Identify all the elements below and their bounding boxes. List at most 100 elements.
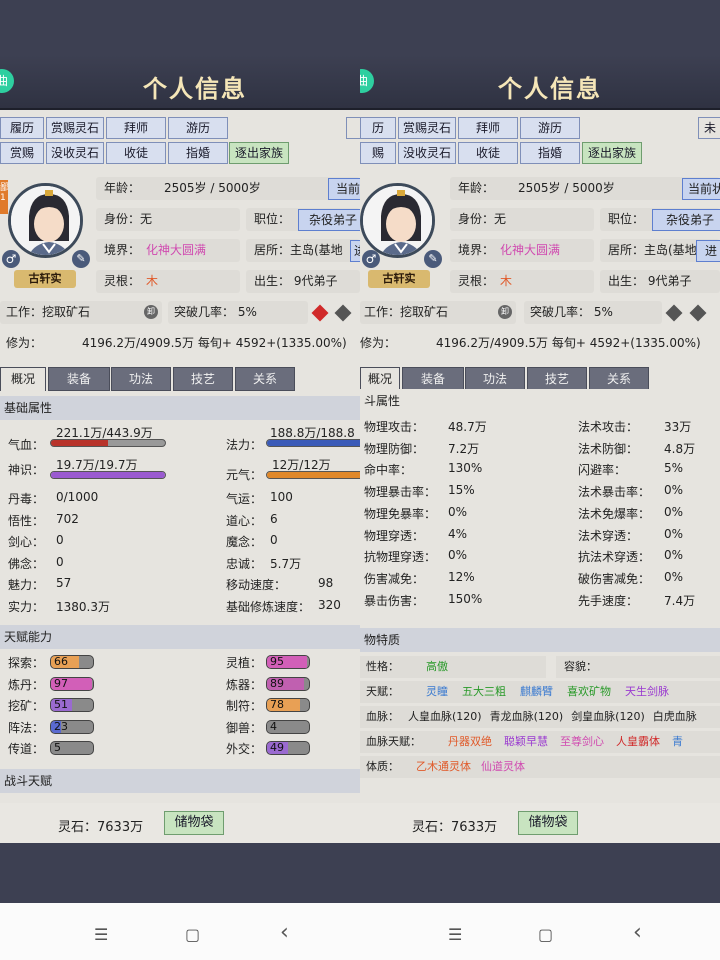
trait-chip[interactable]: 丹器双绝 <box>448 735 492 748</box>
trait-chip[interactable]: 白虎血脉 <box>653 710 697 723</box>
enter-residence-button[interactable]: 进 <box>350 240 360 262</box>
trait-chip[interactable]: 青龙血脉(120) <box>490 710 564 723</box>
attribute-value: 100 <box>270 490 293 504</box>
tab-bar: 概况 装备 功法 技艺 关系 <box>0 367 360 391</box>
work-icon[interactable]: 卸 <box>144 305 158 319</box>
info-diamond-icon[interactable] <box>665 304 683 322</box>
trait-chip[interactable]: 乙木通灵体 <box>416 760 471 773</box>
home-icon[interactable]: ▢ <box>538 925 553 944</box>
spirit-stones: 灵石：7633万 <box>58 820 144 835</box>
play-icon[interactable] <box>334 304 352 322</box>
combat-stat-label: 物理穿透： <box>364 528 425 543</box>
take-master-button[interactable]: 拜师 <box>458 117 518 139</box>
edit-name-icon[interactable]: ✎ <box>72 250 90 268</box>
back-icon[interactable]: ‹ <box>633 920 642 945</box>
title-bar: 曲 个人信息 <box>360 55 720 110</box>
history-button[interactable]: 履历 <box>0 117 44 139</box>
reward-stones-button[interactable]: 赏赐灵石 <box>46 117 104 139</box>
talent-bar: 23 <box>50 719 94 734</box>
travel-button[interactable]: 游历 <box>168 117 228 139</box>
storage-bag-button[interactable]: 储物袋 <box>164 811 224 835</box>
trait-chip[interactable]: 五大三粗 <box>462 685 506 698</box>
combat-stat-value: 4.8万 <box>664 441 696 456</box>
confiscate-stones-button[interactable]: 没收灵石 <box>46 142 104 164</box>
combat-stat-value: 0% <box>664 526 684 541</box>
mana-bar <box>266 439 360 447</box>
edit-name-icon[interactable]: ✎ <box>424 250 442 268</box>
tab-skills[interactable]: 技艺 <box>173 367 233 391</box>
position-button[interactable]: 杂役弟子 <box>652 209 720 231</box>
tab-overview[interactable]: 概况 <box>360 367 400 391</box>
spirit-root-field: 灵根： 木 <box>96 270 240 293</box>
work-icon[interactable]: 卸 <box>498 305 512 319</box>
gender-icon: ♂ <box>362 250 380 268</box>
play-icon[interactable] <box>689 304 707 322</box>
corner-button[interactable]: 未 <box>698 117 720 139</box>
take-disciple-button[interactable]: 收徒 <box>106 142 166 164</box>
trait-chip[interactable]: 人皇血脉(120) <box>408 710 482 723</box>
tab-bar: 概况 装备 功法 技艺 关系 <box>360 367 720 391</box>
bloodline-row: 血脉： 人皇血脉(120) 青龙血脉(120) 剑皇血脉(120) 白虎血脉 <box>360 706 720 728</box>
trait-chip[interactable]: 天生剑脉 <box>625 685 669 698</box>
reward-button[interactable]: 赏赐 <box>0 142 44 164</box>
hp-label: 气血： <box>8 438 45 452</box>
edge-icon[interactable]: 曲 <box>0 69 14 93</box>
current-status-button[interactable]: 当前状 <box>682 178 720 200</box>
combat-stat-value: 0% <box>664 548 684 563</box>
residence-field: 居所：主岛(基地 <box>246 239 360 262</box>
corner-button[interactable] <box>346 117 360 139</box>
arrange-marriage-button[interactable]: 指婚 <box>168 142 228 164</box>
position-button[interactable]: 杂役弟子 <box>298 209 360 231</box>
storage-bag-button[interactable]: 储物袋 <box>518 811 578 835</box>
trait-chip[interactable]: 青 <box>672 735 683 748</box>
menu-icon[interactable]: ☰ <box>94 925 108 944</box>
avatar[interactable] <box>8 183 83 258</box>
trait-chip[interactable]: 喜欢矿物 <box>567 685 611 698</box>
trait-chip[interactable]: 至尊剑心 <box>560 735 604 748</box>
avatar[interactable] <box>360 183 435 258</box>
tab-techniques[interactable]: 功法 <box>465 367 525 391</box>
attribute-value: 57 <box>56 576 72 590</box>
combat-stat-value: 15% <box>448 483 475 498</box>
enter-residence-button[interactable]: 进 <box>696 240 720 262</box>
current-status-button[interactable]: 当前 <box>328 178 360 200</box>
edge-icon[interactable]: 曲 <box>360 69 374 93</box>
tab-relations[interactable]: 关系 <box>235 367 295 391</box>
portrait-icon <box>363 186 432 255</box>
combat-stat-label: 命中率： <box>364 463 413 478</box>
expel-button[interactable]: 逐出家族 <box>229 142 289 164</box>
expel-button[interactable]: 逐出家族 <box>582 142 642 164</box>
tab-skills[interactable]: 技艺 <box>527 367 587 391</box>
menu-icon[interactable]: ☰ <box>448 925 462 944</box>
back-icon[interactable]: ‹ <box>280 920 289 945</box>
tab-techniques[interactable]: 功法 <box>111 367 171 391</box>
bloodline-talent-row: 血脉天赋： 丹器双绝 聪颖早慧 至尊剑心 人皇霸体青 <box>360 731 720 753</box>
tab-equipment[interactable]: 装备 <box>402 367 464 391</box>
take-master-button[interactable]: 拜师 <box>106 117 166 139</box>
trait-chip[interactable]: 剑皇血脉(120) <box>571 710 645 723</box>
reward-button[interactable]: 赐 <box>360 142 396 164</box>
combat-stat-value: 0% <box>664 569 684 584</box>
talent-label: 灵植： <box>226 656 263 670</box>
warning-icon[interactable] <box>311 304 329 322</box>
confiscate-stones-button[interactable]: 没收灵石 <box>398 142 456 164</box>
tab-relations[interactable]: 关系 <box>589 367 649 391</box>
combat-stat-label: 法术免爆率： <box>578 506 651 521</box>
trait-chip[interactable]: 麒麟臂 <box>520 685 553 698</box>
tab-equipment[interactable]: 装备 <box>48 367 110 391</box>
combat-stat-value: 0% <box>448 548 468 563</box>
trait-chip[interactable]: 灵瞳 <box>426 685 448 698</box>
trait-chip[interactable]: 仙道灵体 <box>481 760 525 773</box>
travel-button[interactable]: 游历 <box>520 117 580 139</box>
trait-chip[interactable]: 聪颖早慧 <box>504 735 548 748</box>
identity-field: 身份：无 <box>96 208 240 231</box>
content-area: 履历 赏赐灵石 拜师 游历 赏赐 没收灵石 收徒 指婚 逐出家族 鄙1 ♂ ✎ … <box>0 110 360 843</box>
attribute-label: 气运： <box>226 492 263 506</box>
history-button[interactable]: 历 <box>360 117 396 139</box>
take-disciple-button[interactable]: 收徒 <box>458 142 518 164</box>
trait-chip[interactable]: 人皇霸体 <box>616 735 660 748</box>
tab-overview[interactable]: 概况 <box>0 367 46 391</box>
reward-stones-button[interactable]: 赏赐灵石 <box>398 117 456 139</box>
arrange-marriage-button[interactable]: 指婚 <box>520 142 580 164</box>
home-icon[interactable]: ▢ <box>185 925 200 944</box>
